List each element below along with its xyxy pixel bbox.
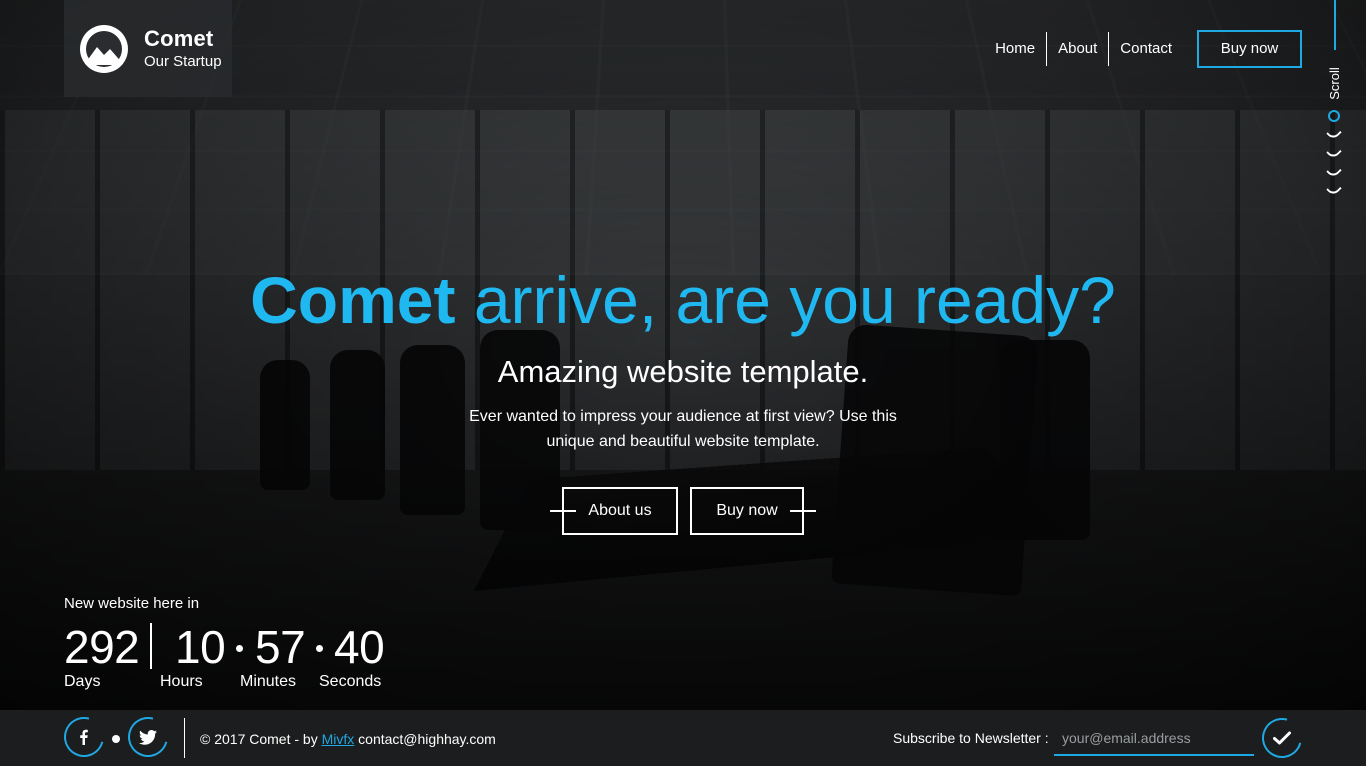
- countdown-caption: New website here in: [64, 595, 200, 612]
- countdown-separator: [316, 645, 323, 652]
- brand-tagline: Our Startup: [144, 52, 222, 70]
- countdown-minutes-label: Minutes: [240, 673, 297, 690]
- hero-title-strong: Comet: [250, 263, 456, 337]
- main-nav: Home About Contact Buy now: [984, 30, 1302, 68]
- nav-item-contact[interactable]: Contact: [1109, 32, 1183, 66]
- countdown-hours: 10: [175, 621, 226, 673]
- button-accent-line: [790, 510, 816, 512]
- countdown-days-label: Days: [64, 673, 101, 690]
- scroll-text: Scroll: [1326, 66, 1342, 100]
- nav-item-home[interactable]: Home: [984, 32, 1046, 66]
- newsletter-email-input[interactable]: [1054, 722, 1254, 756]
- mountain-icon: [80, 24, 128, 73]
- footer-divider: [184, 718, 185, 758]
- brand-name: Comet: [144, 25, 214, 51]
- hero-title-rest: arrive, are you ready?: [473, 263, 1116, 337]
- contact-email: contact@highhay.com: [358, 731, 496, 747]
- scroll-dot-icon[interactable]: [1328, 110, 1340, 122]
- hero-buttons: About us Buy now: [550, 487, 816, 535]
- buy-now-button[interactable]: Buy now: [690, 487, 804, 535]
- nav-buy-button[interactable]: Buy now: [1197, 30, 1302, 68]
- newsletter-submit-button[interactable]: [1254, 710, 1310, 766]
- nav-item-about[interactable]: About: [1047, 32, 1108, 66]
- hero-title: Comet arrive, are you ready?: [0, 262, 1366, 338]
- countdown-seconds-label: Seconds: [319, 673, 382, 690]
- countdown-hours-label: Hours: [160, 673, 203, 690]
- countdown-separator: [236, 645, 243, 652]
- facebook-button[interactable]: [56, 709, 112, 765]
- author-link[interactable]: Mivfx: [322, 731, 355, 747]
- copyright-prefix: © 2017 Comet - by: [200, 731, 318, 747]
- countdown-days: 292: [64, 621, 140, 673]
- hero-subtitle: Amazing website template.: [497, 354, 869, 389]
- countdown-minutes: 57: [255, 621, 306, 673]
- countdown-divider: [150, 623, 152, 669]
- social-separator: [112, 735, 120, 743]
- scroll-line: [1334, 0, 1336, 50]
- scroll-label[interactable]: Scroll: [1324, 62, 1344, 104]
- copyright-text: © 2017 Comet - by Mivfx contact@highhay.…: [200, 731, 496, 747]
- about-us-button[interactable]: About us: [562, 487, 678, 535]
- subscribe-label: Subscribe to Newsletter :: [893, 730, 1049, 746]
- countdown-seconds: 40: [334, 621, 385, 673]
- twitter-button[interactable]: [120, 709, 176, 765]
- hero-description: Ever wanted to impress your audience at …: [469, 408, 897, 450]
- logo[interactable]: Comet Our Startup: [64, 0, 232, 97]
